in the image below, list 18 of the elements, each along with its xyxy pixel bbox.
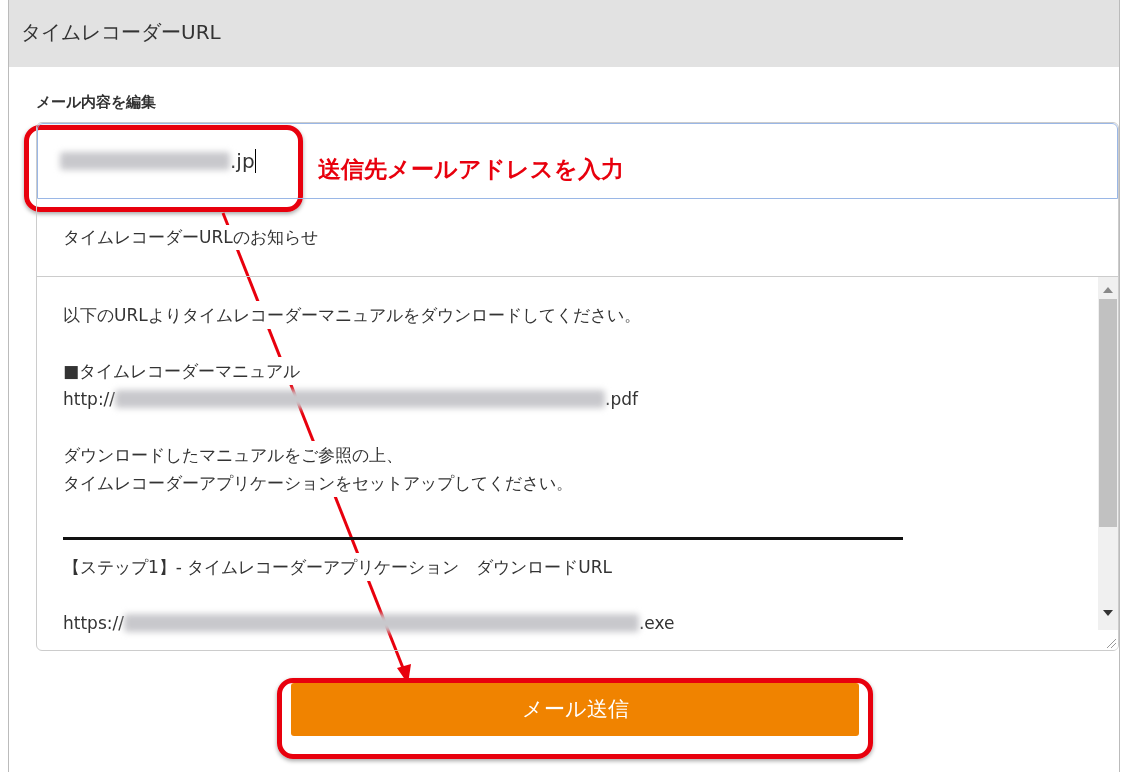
window-title: タイムレコーダーURL xyxy=(9,0,1119,67)
message-textarea[interactable]: 以下のURLよりタイムレコーダーマニュアルをダウンロードしてください。 ■タイムレコーダーマニュアル http:// .pdf ダウンロードしたマニュアルをご参照の上、 タイムレコーダーアプリケーションをセットアップしてください。 【ステップ1】- タイムレコーダーアプリケーション ダウンロードURL https:// .exe xyxy=(37,277,1118,650)
url-prefix: https:// xyxy=(63,612,124,635)
section-label: メール内容を編集 xyxy=(36,93,157,111)
callout-text: 送信先メールアドレスを入力 xyxy=(318,155,624,184)
field-value: タイムレコーダーURLのお知らせ xyxy=(63,224,318,251)
url-prefix: http:// xyxy=(63,388,116,411)
field-value: .jp xyxy=(230,148,255,175)
url-suffix: .exe xyxy=(638,612,675,635)
url-suffix: .pdf xyxy=(605,388,639,411)
scroll-thumb[interactable] xyxy=(1099,299,1117,527)
subject-field[interactable]: タイムレコーダーURLのお知らせ xyxy=(37,199,1118,277)
scroll-up-icon[interactable] xyxy=(1103,287,1113,293)
scroll-down-icon[interactable] xyxy=(1103,610,1113,616)
text-cursor xyxy=(254,149,256,173)
resize-grip-icon[interactable] xyxy=(1106,638,1116,648)
scrollbar[interactable] xyxy=(1098,277,1118,650)
body-text: ■タイムレコーダーマニュアル xyxy=(63,357,301,385)
